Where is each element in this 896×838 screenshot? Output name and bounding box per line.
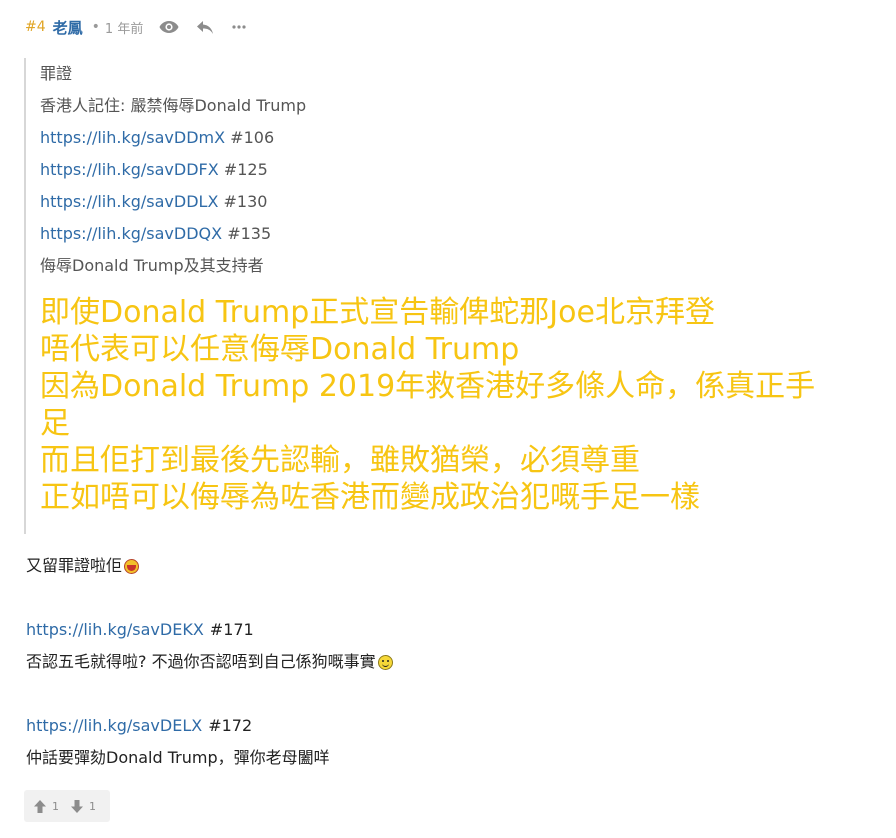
- highlighted-line: 正如唔可以侮辱為咗香港而變成政治犯嘅手足一樣: [40, 480, 700, 515]
- downvote-count: 1: [89, 799, 96, 813]
- quote-line: 侮辱Donald Trump及其支持者: [40, 256, 264, 275]
- highlighted-line: 足: [40, 406, 70, 441]
- thumb-up-icon: [34, 799, 46, 813]
- quote-line: 香港人記住: 嚴禁侮辱Donald Trump: [40, 96, 307, 115]
- smile-emoji-icon: [377, 654, 393, 670]
- grin-emoji-icon: [124, 558, 140, 574]
- reply-icon[interactable]: [196, 20, 214, 35]
- highlighted-text: 即使Donald Trump正式宣告輸俾蛇那Joe北京拜登 唔代表可以任意侮辱D…: [40, 294, 886, 516]
- separator-dot: •: [91, 19, 100, 35]
- quote-link-line: https://lih.kg/savDDLX #130: [40, 186, 886, 218]
- eye-icon[interactable]: [159, 20, 179, 34]
- reply-ref: #106: [230, 128, 275, 147]
- reply-ref: #171: [209, 620, 254, 639]
- username[interactable]: 老鳳: [53, 17, 83, 38]
- quote-link[interactable]: https://lih.kg/savDDQX: [40, 224, 222, 243]
- quote-link[interactable]: https://lih.kg/savDDLX: [40, 192, 218, 211]
- quote-link-line: https://lih.kg/savDDQX #135: [40, 218, 886, 250]
- quote-content: 罪證 香港人記住: 嚴禁侮辱Donald Trump https://lih.k…: [40, 58, 886, 516]
- body-text: 否認五毛就得啦? 不過你否認唔到自己係狗嘅事實: [26, 652, 376, 671]
- post-card: #4 老鳳 • 1 年前 罪證 香港人記住: 嚴禁侮辱Donald Trump …: [0, 0, 896, 838]
- body-line: 又留罪證啦佢: [26, 550, 876, 582]
- quote-line: 罪證: [40, 64, 73, 83]
- reply-ref: #172: [208, 716, 253, 735]
- reply-ref: #125: [223, 160, 268, 179]
- floor-number[interactable]: #4: [25, 19, 46, 35]
- reply-ref: #130: [223, 192, 268, 211]
- post-body: 又留罪證啦佢 https://lih.kg/savDEKX #171 否認五毛就…: [26, 550, 876, 774]
- highlighted-line: 而且佢打到最後先認輸，雖敗猶榮，必須尊重: [40, 443, 640, 478]
- body-line: 仲話要彈劾Donald Trump，彈你老母闔咩: [26, 742, 876, 774]
- highlighted-line: 即使Donald Trump正式宣告輸俾蛇那Joe北京拜登: [40, 295, 715, 330]
- quote-link[interactable]: https://lih.kg/savDDFX: [40, 160, 219, 179]
- body-text: 又留罪證啦佢: [26, 556, 123, 575]
- thumb-down-icon: [71, 799, 83, 813]
- quote-link[interactable]: https://lih.kg/savDDmX: [40, 128, 225, 147]
- upvote-count: 1: [52, 799, 59, 813]
- body-link-line: https://lih.kg/savDEKX #171: [26, 614, 876, 646]
- body-line: 否認五毛就得啦? 不過你否認唔到自己係狗嘅事實: [26, 646, 876, 678]
- highlighted-line: 因為Donald Trump 2019年救香港好多條人命，係真正手: [40, 369, 816, 404]
- body-link-line: https://lih.kg/savDELX #172: [26, 710, 876, 742]
- post-header: #4 老鳳 • 1 年前: [25, 14, 246, 40]
- quote-link-line: https://lih.kg/savDDmX #106: [40, 122, 886, 154]
- vote-bar: 1 1: [24, 790, 110, 822]
- reply-ref: #135: [227, 224, 272, 243]
- highlighted-line: 唔代表可以任意侮辱Donald Trump: [40, 332, 520, 367]
- downvote-button[interactable]: 1: [71, 799, 96, 813]
- more-icon[interactable]: [232, 25, 246, 29]
- upvote-button[interactable]: 1: [34, 799, 59, 813]
- body-link[interactable]: https://lih.kg/savDELX: [26, 710, 202, 742]
- post-time: 1 年前: [104, 21, 144, 37]
- quote-block: 罪證 香港人記住: 嚴禁侮辱Donald Trump https://lih.k…: [24, 58, 886, 534]
- body-link[interactable]: https://lih.kg/savDEKX: [26, 614, 204, 646]
- quote-link-line: https://lih.kg/savDDFX #125: [40, 154, 886, 186]
- body-text: 仲話要彈劾Donald Trump，彈你老母闔咩: [26, 748, 330, 767]
